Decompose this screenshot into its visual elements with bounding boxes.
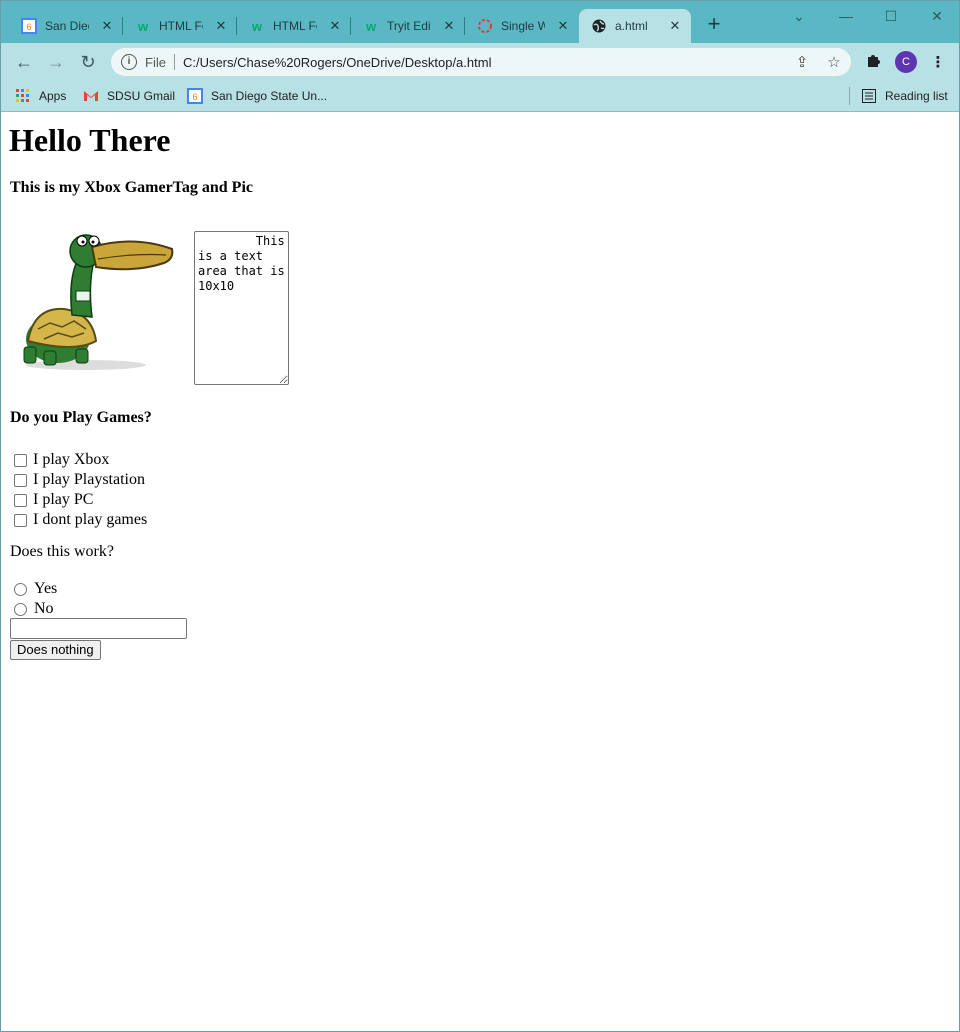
text-input[interactable] [10, 618, 187, 639]
back-arrow-icon[interactable]: ← [13, 51, 35, 73]
reload-icon[interactable]: ↻ [77, 51, 99, 73]
tab-title: San Diego State University [45, 19, 89, 33]
bookmark-apps[interactable]: Apps [15, 86, 66, 106]
svg-text:w: w [251, 19, 263, 34]
gamertag-textarea[interactable]: This is a text area that is 10x10 [194, 231, 289, 385]
games-question: Do you Play Games? [10, 409, 152, 426]
profile-avatar[interactable]: C [895, 51, 917, 73]
checkbox-label: I play Xbox [33, 451, 110, 468]
checkbox-no-games[interactable] [14, 513, 27, 527]
sdsu-favicon-icon: 6 [187, 88, 203, 104]
url-divider [173, 54, 175, 70]
svg-text:6: 6 [26, 22, 31, 32]
extensions-puzzle-icon[interactable] [863, 52, 885, 74]
bookmark-label: Apps [39, 89, 67, 103]
forward-arrow-icon[interactable]: → [45, 51, 67, 73]
radio-no[interactable] [14, 602, 27, 616]
bookmarks-separator [849, 87, 850, 105]
close-icon[interactable]: ✕ [555, 18, 571, 34]
info-icon[interactable]: i [121, 54, 137, 70]
tab-tryit-editor[interactable]: w Tryit Editor ✕ [351, 9, 465, 43]
tab-sdsu[interactable]: 6 San Diego State University ✕ [9, 9, 123, 43]
checkbox-row-xbox[interactable]: I play Xbox [10, 450, 147, 470]
checkbox-row-playstation[interactable]: I play Playstation [10, 470, 147, 490]
works-question: Does this work? [10, 543, 114, 560]
svg-text:w: w [365, 19, 377, 34]
close-icon[interactable]: ✕ [327, 18, 343, 34]
tab-html-forms-2[interactable]: w HTML Forms ✕ [237, 9, 351, 43]
minimize-icon[interactable]: — [831, 5, 861, 27]
window-close-icon[interactable]: ✕ [922, 5, 952, 27]
checkbox-label: I play PC [33, 491, 94, 508]
does-nothing-button[interactable]: Does nothing [10, 640, 101, 660]
works-radio-group: Yes No [10, 579, 57, 619]
tab-title: a.html [615, 19, 648, 33]
reading-list-label: Reading list [885, 89, 948, 103]
address-bar[interactable]: i File C:/Users/Chase%20Rogers/OneDrive/… [111, 48, 851, 76]
menu-kebab-icon[interactable]: ⋮ [927, 52, 949, 74]
checkbox-label: I dont play games [33, 511, 148, 528]
page-content: Hello There This is my Xbox GamerTag and… [1, 113, 959, 1031]
checkbox-xbox[interactable] [14, 453, 27, 467]
checkbox-row-pc[interactable]: I play PC [10, 490, 147, 510]
maximize-icon[interactable]: ☐ [876, 5, 906, 27]
tab-strip: 6 San Diego State University ✕ w HTML Fo… [1, 1, 959, 43]
url-scheme: File [145, 54, 166, 70]
close-icon[interactable]: ✕ [213, 18, 229, 34]
apps-grid-icon [15, 88, 31, 104]
gamertag-subheading: This is my Xbox GamerTag and Pic [10, 179, 253, 196]
gmail-icon [83, 88, 99, 104]
spinner-icon [477, 18, 493, 34]
checkbox-playstation[interactable] [14, 473, 27, 487]
svg-text:6: 6 [192, 92, 197, 102]
tab-title: HTML Forms [159, 19, 203, 33]
sdsu-favicon-icon: 6 [21, 18, 37, 34]
globe-icon [591, 18, 607, 34]
checkbox-label: I play Playstation [33, 471, 145, 488]
games-checkbox-group: I play Xbox I play Playstation I play PC… [10, 450, 147, 530]
radio-row-no[interactable]: No [10, 599, 57, 619]
share-icon[interactable]: ⇪ [793, 54, 811, 72]
tab-search-chevron-icon[interactable]: ⌄ [784, 5, 814, 27]
bookmarks-bar: Apps SDSU Gmail 6 San Diego State Un... … [1, 81, 959, 112]
url-text[interactable]: C:/Users/Chase%20Rogers/OneDrive/Desktop… [183, 55, 492, 70]
bookmark-label: SDSU Gmail [107, 89, 176, 103]
tab-single-web-page[interactable]: Single Web Page ✕ [465, 9, 579, 43]
radio-label: No [34, 600, 54, 617]
bookmark-sdsu-gmail[interactable]: SDSU Gmail [83, 86, 175, 106]
w3schools-icon: w [135, 18, 151, 34]
close-icon[interactable]: ✕ [99, 18, 115, 34]
browser-window: 6 San Diego State University ✕ w HTML Fo… [0, 0, 960, 1032]
radio-label: Yes [34, 580, 58, 597]
checkbox-row-no-games[interactable]: I dont play games [10, 510, 147, 530]
tab-title: Tryit Editor [387, 19, 431, 33]
browser-toolbar: ← → ↻ i File C:/Users/Chase%20Rogers/One… [1, 43, 959, 81]
w3schools-icon: w [249, 18, 265, 34]
reading-list-button[interactable]: Reading list [861, 86, 948, 106]
close-icon[interactable]: ✕ [667, 18, 683, 34]
radio-row-yes[interactable]: Yes [10, 579, 57, 599]
radio-yes[interactable] [14, 582, 27, 596]
reading-list-icon [861, 88, 877, 104]
svg-text:w: w [137, 19, 149, 34]
page-heading: Hello There [9, 122, 171, 158]
bookmark-star-icon[interactable]: ☆ [825, 54, 843, 72]
tab-a-html[interactable]: a.html ✕ [579, 9, 691, 43]
bookmark-sdsu[interactable]: 6 San Diego State Un... [187, 86, 327, 106]
tab-html-forms-1[interactable]: w HTML Forms ✕ [123, 9, 237, 43]
tab-title: Single Web Page [501, 19, 545, 33]
bookmark-label: San Diego State Un... [211, 89, 328, 103]
w3schools-icon: w [363, 18, 379, 34]
new-tab-icon[interactable]: + [703, 13, 725, 36]
checkbox-pc[interactable] [14, 493, 27, 507]
close-icon[interactable]: ✕ [441, 18, 457, 34]
tab-title: HTML Forms [273, 19, 317, 33]
gamer-pic-turtle-duck-image [14, 229, 178, 375]
